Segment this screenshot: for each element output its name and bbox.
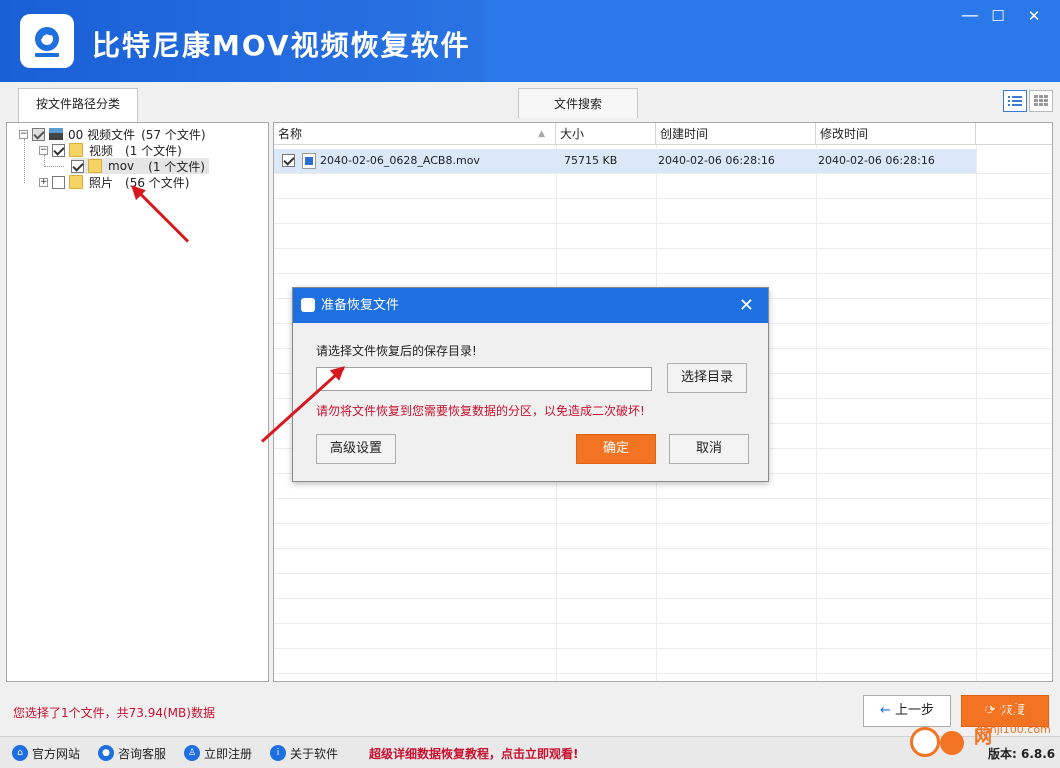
maximize-button[interactable]: ☐ <box>983 4 1013 28</box>
tree-line <box>24 139 25 183</box>
folder-icon <box>69 143 83 157</box>
grid-line <box>816 145 817 681</box>
about-link[interactable]: i 关于软件 <box>270 744 338 762</box>
grid-line <box>976 145 977 681</box>
grid-line <box>274 273 1052 274</box>
folder-icon <box>69 175 83 189</box>
grid-line <box>274 548 1052 549</box>
dialog-prompt: 请选择文件恢复后的保存目录! <box>316 344 477 358</box>
info-icon: i <box>270 745 286 761</box>
collapse-icon[interactable]: − <box>19 129 28 139</box>
tree-label: 视频 <box>89 143 114 158</box>
grid-view-icon[interactable] <box>1029 90 1053 112</box>
close-button[interactable]: ✕ <box>1019 4 1049 28</box>
folder-icon <box>88 159 102 173</box>
grid-line <box>274 198 1052 199</box>
tree-checkbox[interactable] <box>52 143 65 157</box>
tree-node-photo[interactable]: + 照片 (56 个文件) <box>39 174 189 190</box>
home-icon: ⌂ <box>12 745 28 761</box>
link-label: 立即注册 <box>204 746 253 761</box>
dialog-title: 准备恢复文件 <box>321 298 400 313</box>
arrow-left-icon: ← <box>879 703 891 718</box>
customer-service-link[interactable]: ● 咨询客服 <box>98 744 166 762</box>
grid-line <box>274 523 1052 524</box>
file-modified: 2040-02-06 06:28:16 <box>818 154 935 167</box>
tree-count: (57 个文件) <box>141 127 206 142</box>
file-list-header: 名称 ▲ 大小 创建时间 修改时间 <box>274 123 1052 145</box>
link-label: 咨询客服 <box>118 746 167 761</box>
watermark-url: danji100.com <box>976 723 1051 736</box>
tree-label: 00 视频文件 <box>68 127 136 142</box>
minimize-button[interactable]: — <box>955 4 985 28</box>
app-title: 比特尼康MOV视频恢复软件 <box>92 29 471 62</box>
version-label: 版本: 6.8.6 <box>988 746 1056 761</box>
tree-checkbox[interactable] <box>52 175 65 189</box>
choose-directory-button[interactable]: 选择目录 <box>667 363 747 393</box>
tree-label: mov <box>108 159 135 173</box>
column-label: 名称 <box>278 127 303 141</box>
grid-line <box>274 173 1052 174</box>
expand-icon[interactable]: + <box>39 177 48 187</box>
grid-line <box>274 673 1052 674</box>
column-header-created[interactable]: 创建时间 <box>656 123 816 145</box>
dialog-app-icon <box>301 298 315 312</box>
drive-icon <box>49 128 63 140</box>
tab-by-path[interactable]: 按文件路径分类 <box>18 88 138 123</box>
tree-line <box>44 166 64 167</box>
link-label: 关于软件 <box>290 746 339 761</box>
recover-dialog: 准备恢复文件 ✕ 请选择文件恢复后的保存目录! 选择目录 请勿将文件恢复到您需要… <box>292 287 769 482</box>
sort-arrow-icon: ▲ <box>538 129 545 139</box>
cancel-button[interactable]: 取消 <box>669 434 749 464</box>
back-label: 上一步 <box>895 703 935 718</box>
tree-node-root[interactable]: − 00 视频文件 (57 个文件) <box>19 126 206 142</box>
tree-node-video[interactable]: − 视频 (1 个文件) <box>39 142 182 158</box>
grid-line <box>274 223 1052 224</box>
tree-node-mov[interactable]: mov (1 个文件) <box>71 158 209 174</box>
grid-line <box>274 573 1052 574</box>
tree-checkbox[interactable] <box>71 159 84 173</box>
table-row[interactable]: 2040-02-06_0628_ACB8.mov 75715 KB 2040-0… <box>274 149 976 173</box>
grid-line <box>274 598 1052 599</box>
tutorial-promo-link[interactable]: 超级详细数据恢复教程，点击立即观看! <box>369 744 578 762</box>
watermark-logo <box>910 727 974 767</box>
list-view-icon[interactable] <box>1003 90 1027 112</box>
collapse-icon[interactable]: − <box>39 145 48 155</box>
mov-file-icon <box>302 153 316 169</box>
grid-line <box>274 248 1052 249</box>
register-link[interactable]: ♙ 立即注册 <box>184 744 252 762</box>
file-size: 75715 KB <box>564 154 618 167</box>
selection-summary: 您选择了1个文件，共73.94(MB)数据 <box>13 706 215 720</box>
app-header: 比特尼康MOV视频恢复软件 — ☐ ✕ <box>0 0 1060 82</box>
column-header-size[interactable]: 大小 <box>556 123 656 145</box>
grid-line <box>274 498 1052 499</box>
tree-count: (1 个文件) <box>125 143 182 158</box>
user-icon: ♙ <box>184 745 200 761</box>
tree-count: (1 个文件) <box>148 159 205 174</box>
back-button[interactable]: ← 上一步 <box>863 695 951 727</box>
dialog-title-bar: 准备恢复文件 ✕ <box>293 288 768 323</box>
file-created: 2040-02-06 06:28:16 <box>658 154 775 167</box>
dialog-close-icon[interactable]: ✕ <box>739 288 754 323</box>
file-name: 2040-02-06_0628_ACB8.mov <box>320 154 480 167</box>
chat-icon: ● <box>98 745 114 761</box>
advanced-settings-button[interactable]: 高级设置 <box>316 434 396 464</box>
grid-line <box>274 623 1052 624</box>
tab-search[interactable]: 文件搜索 <box>518 88 638 118</box>
row-checkbox[interactable] <box>282 154 295 167</box>
official-site-link[interactable]: ⌂ 官方网站 <box>12 744 80 762</box>
dialog-warning: 请勿将文件恢复到您需要恢复数据的分区，以免造成二次破坏! <box>316 404 645 418</box>
link-label: 官方网站 <box>32 746 81 761</box>
tree-label: 照片 <box>89 175 114 190</box>
column-header-modified[interactable]: 修改时间 <box>816 123 976 145</box>
bottom-bar: ⌂ 官方网站 ● 咨询客服 ♙ 立即注册 i 关于软件 超级详细数据恢复教程，点… <box>0 701 1060 768</box>
folder-tree: − 00 视频文件 (57 个文件) − 视频 (1 个文件) mov (1 个… <box>6 122 269 682</box>
app-logo-icon <box>20 14 74 68</box>
grid-line <box>274 648 1052 649</box>
tree-checkbox[interactable] <box>32 127 45 141</box>
save-path-input[interactable] <box>316 367 652 391</box>
confirm-button[interactable]: 确定 <box>576 434 656 464</box>
column-header-name[interactable]: 名称 ▲ <box>274 123 556 145</box>
